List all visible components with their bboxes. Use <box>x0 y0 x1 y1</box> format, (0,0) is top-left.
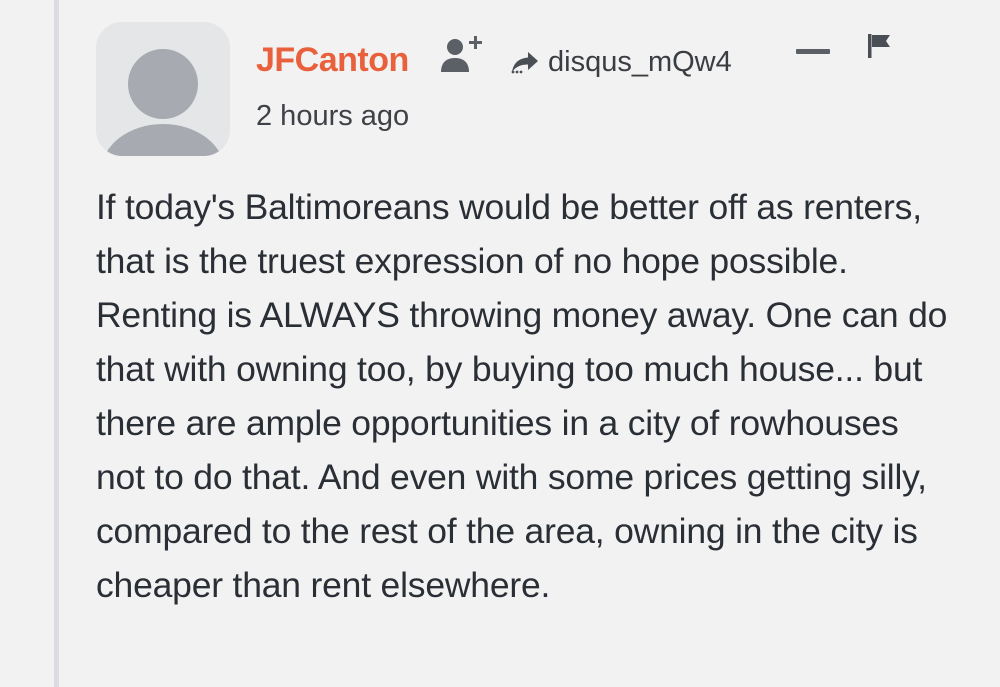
thread-indent-line <box>54 0 59 687</box>
author-name[interactable]: JFCanton <box>256 38 409 82</box>
comment-timestamp[interactable]: 2 hours ago <box>256 96 409 136</box>
collapse-minus-icon[interactable] <box>796 46 830 56</box>
avatar[interactable] <box>96 22 230 156</box>
follow-user-icon[interactable] <box>438 34 484 76</box>
reply-to-link[interactable]: disqus_mQw4 <box>510 40 732 84</box>
default-avatar-icon <box>104 49 222 156</box>
reply-to-username: disqus_mQw4 <box>548 46 732 78</box>
comment-body: If today's Baltimoreans would be better … <box>96 187 948 605</box>
reply-arrow-icon <box>511 52 538 74</box>
flag-icon[interactable] <box>866 32 892 60</box>
